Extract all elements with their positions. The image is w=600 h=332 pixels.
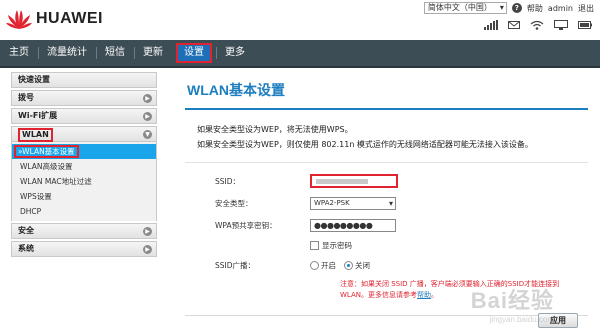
psk-label: WPA预共享密钥： <box>215 220 277 230</box>
submenu-wps[interactable]: WPS设置 <box>12 189 156 204</box>
nav-update[interactable]: 更新 <box>134 39 172 67</box>
sms-icon[interactable] <box>508 20 520 30</box>
show-password-row: 显示密码 <box>185 239 588 251</box>
security-row: 安全类型： WPA2-PSK <box>185 195 588 211</box>
broadcast-on-label: 开启 <box>321 260 336 270</box>
psk-input[interactable]: ●●●●●●●●● <box>310 218 396 232</box>
sidebar-item-label: Wi-Fi扩展 <box>18 111 58 120</box>
sidebar-item-label: 快速设置 <box>18 75 50 84</box>
nav-settings[interactable]: 设置 <box>176 43 212 63</box>
sidebar-item-label: WLAN <box>18 128 53 142</box>
logout-link[interactable]: 退出 <box>578 3 594 14</box>
nav-sms[interactable]: 短信 <box>96 39 134 67</box>
sidebar-item-system[interactable]: 系统 ▶ <box>11 241 157 257</box>
help-icon[interactable]: ? <box>511 3 522 13</box>
sidebar-item-security[interactable]: 安全 ▶ <box>11 223 157 239</box>
security-label: 安全类型： <box>215 198 253 208</box>
ssid-input[interactable] <box>310 174 398 188</box>
sidebar-item-dialup[interactable]: 拨号 ▶ <box>11 90 157 106</box>
nav-traffic[interactable]: 流量统计 <box>38 39 96 67</box>
note-wep-80211n: 如果安全类型设为WEP，则仅使用 802.11n 模式运作的无线网络适配器可能无… <box>197 140 533 149</box>
help-link-inline[interactable]: 帮助 <box>417 291 431 299</box>
broadcast-on-radio[interactable] <box>310 261 319 270</box>
broadcast-radio-group: 开启 关闭 <box>310 260 370 271</box>
expand-arrow-icon[interactable]: ▶ <box>143 245 152 254</box>
sidebar-item-wifi-extend[interactable]: Wi-Fi扩展 ▶ <box>11 108 157 124</box>
broadcast-off-radio[interactable] <box>344 261 353 270</box>
main-nav: 主页 流量统计 短信 更新 设置 更多 <box>0 40 600 68</box>
expand-arrow-icon[interactable]: ▶ <box>143 227 152 236</box>
submenu-wlan-basic[interactable]: »WLAN基本设置 <box>12 144 156 159</box>
language-select[interactable]: 简体中文（中国） <box>423 2 507 14</box>
warning-text: 注意：如果关闭 SSID 广播，客户端必须要输入正确的SSID才能连接到WLAN… <box>340 280 560 299</box>
sidebar-item-quick-setup[interactable]: 快速设置 <box>11 72 157 88</box>
status-icons <box>484 20 592 30</box>
submenu-wlan-mac-filter[interactable]: WLAN MAC地址过滤 <box>12 174 156 189</box>
username: admin <box>547 3 573 13</box>
submenu-wlan-advanced[interactable]: WLAN高级设置 <box>12 159 156 174</box>
wlan-submenu: »WLAN基本设置 WLAN高级设置 WLAN MAC地址过滤 WPS设置 DH… <box>11 142 157 221</box>
sidebar-item-label: 系统 <box>18 244 34 253</box>
submenu-dhcp[interactable]: DHCP <box>12 204 156 219</box>
show-password-checkbox[interactable] <box>310 240 319 250</box>
header: HUAWEI 简体中文（中国） ? 帮助 admin 退出 <box>0 0 600 40</box>
warning-end: 。 <box>431 291 439 299</box>
broadcast-warning: 注意：如果关闭 SSID 广播，客户端必须要输入正确的SSID才能连接到WLAN… <box>340 279 580 301</box>
huawei-logo[interactable]: HUAWEI <box>6 8 103 30</box>
broadcast-off-option[interactable]: 关闭 <box>344 260 370 271</box>
huawei-petal-icon <box>6 10 32 29</box>
battery-icon <box>578 21 592 29</box>
wifi-icon <box>530 20 544 30</box>
monitor-icon <box>554 20 568 30</box>
note-wep-wps: 如果安全类型设为WEP，将无法使用WPS。 <box>197 125 353 134</box>
show-password-label: 显示密码 <box>322 240 352 250</box>
psk-row: WPA预共享密钥： ●●●●●●●●● <box>185 217 588 233</box>
divider <box>185 315 588 316</box>
broadcast-off-label: 关闭 <box>355 260 370 270</box>
broadcast-on-option[interactable]: 开启 <box>310 260 336 271</box>
notes: 如果安全类型设为WEP，将无法使用WPS。 如果安全类型设为WEP，则仅使用 8… <box>185 122 588 152</box>
brand-name: HUAWEI <box>36 10 103 27</box>
nav-home[interactable]: 主页 <box>0 39 38 67</box>
page-title: WLAN基本设置 <box>185 72 588 110</box>
submenu-label: »WLAN基本设置 <box>14 145 79 158</box>
broadcast-row: SSID广播： 开启 关闭 <box>185 257 588 273</box>
broadcast-label: SSID广播： <box>215 260 256 270</box>
top-right-bar: 简体中文（中国） ? 帮助 admin 退出 <box>423 2 594 14</box>
help-link[interactable]: 帮助 <box>527 3 543 14</box>
expand-arrow-icon[interactable]: ▶ <box>143 94 152 103</box>
main-content: WLAN基本设置 如果安全类型设为WEP，将无法使用WPS。 如果安全类型设为W… <box>185 72 588 330</box>
expand-arrow-icon[interactable]: ▶ <box>143 112 152 121</box>
sidebar: 快速设置 拨号 ▶ Wi-Fi扩展 ▶ WLAN ▼ »WLAN基本设置 WLA… <box>11 72 157 259</box>
security-type-select[interactable]: WPA2-PSK <box>310 196 396 210</box>
sidebar-item-label: 拨号 <box>18 93 34 102</box>
collapse-arrow-icon[interactable]: ▼ <box>143 130 152 139</box>
signal-icon <box>484 20 498 30</box>
sidebar-item-label: 安全 <box>18 226 34 235</box>
sidebar-item-wlan[interactable]: WLAN ▼ <box>11 126 157 142</box>
ssid-label: SSID： <box>215 176 241 186</box>
ssid-row: SSID： <box>185 173 588 189</box>
wlan-form: SSID： 安全类型： WPA2-PSK WPA预共享密钥： ●●●●●●●●●… <box>185 162 588 301</box>
apply-button[interactable]: 应用 <box>538 313 578 328</box>
nav-more[interactable]: 更多 <box>216 39 254 67</box>
